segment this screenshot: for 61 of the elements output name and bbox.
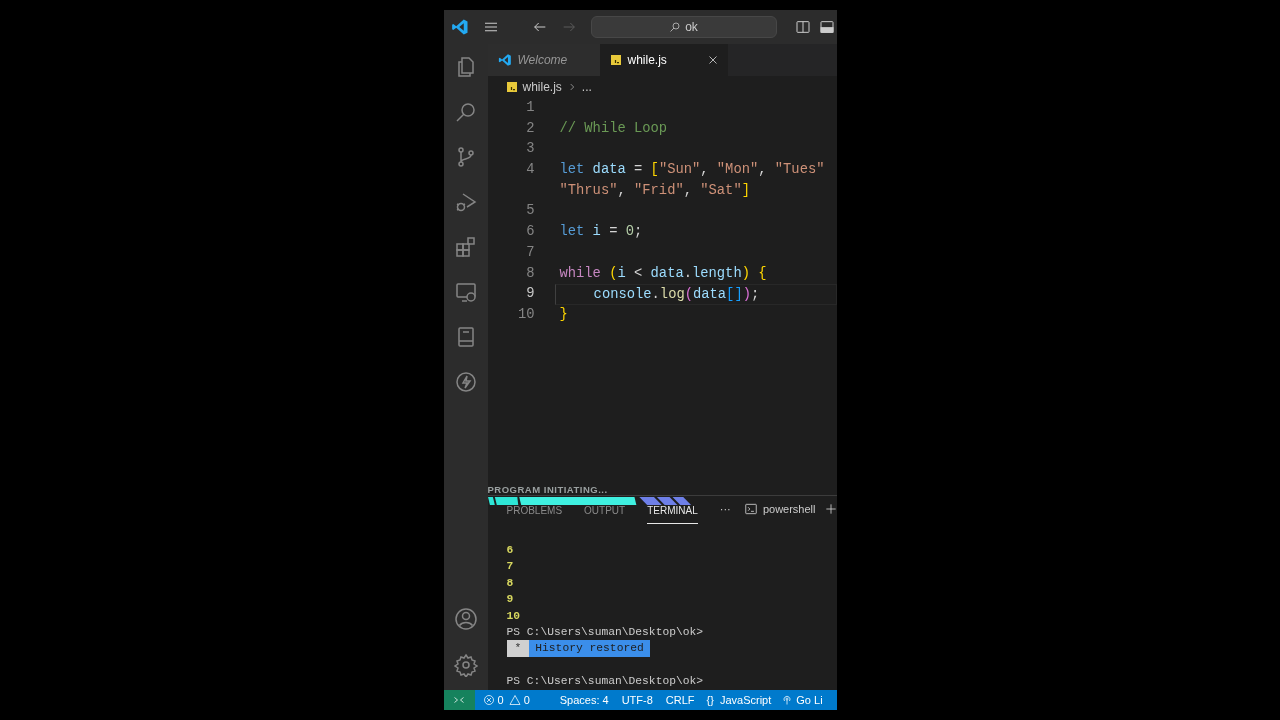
more-button[interactable]: ···	[719, 500, 731, 524]
line-number: 4	[526, 162, 535, 178]
line-number: 7	[526, 244, 535, 260]
terminal-output: 8	[506, 575, 514, 591]
breadcrumb-item[interactable]: while.js	[522, 78, 562, 96]
line-number: 9	[526, 286, 535, 302]
extensions-icon[interactable]	[453, 234, 478, 259]
terminal-output: 9	[506, 592, 514, 608]
status-item[interactable]: CRLF	[665, 691, 695, 709]
code-line: while (i < data.length) {	[559, 265, 767, 281]
broadcast-icon	[781, 694, 794, 706]
go-live-button[interactable]: Go Li	[781, 691, 823, 709]
language-mode[interactable]: {} JavaScript	[706, 691, 772, 709]
code-line: "Thrus", "Frid", "Sat"]	[559, 182, 750, 198]
javascript-file-icon	[505, 81, 518, 93]
remote-icon	[453, 694, 465, 706]
panel-tab[interactable]: OUTPUT	[584, 501, 626, 524]
terminal-prompt: PS C:\Users\suman\Desktop\ok>	[506, 674, 704, 690]
warning-icon	[508, 694, 521, 706]
banner-text: PROGRAM INITIATING...	[487, 484, 608, 495]
line-number: 2	[526, 120, 535, 136]
status-item[interactable]: Spaces: 4	[559, 691, 609, 709]
account-icon[interactable]	[453, 607, 478, 631]
terminal-output: 6	[506, 543, 514, 558]
javascript-file-icon	[609, 54, 622, 66]
editor-tab[interactable]: while.js	[599, 44, 728, 76]
plus-icon[interactable]	[823, 502, 837, 516]
line-number: 8	[526, 265, 535, 281]
remote-button[interactable]	[443, 690, 475, 710]
panel-tab[interactable]: TERMINAL	[647, 501, 698, 524]
line-number: 10	[517, 306, 535, 322]
code-line: // While Loop	[559, 120, 668, 136]
history-restored-label: History restored	[529, 640, 650, 657]
line-number: 3	[526, 141, 535, 157]
terminal-output: 7	[506, 559, 514, 575]
vscode-logo-icon	[450, 18, 469, 36]
terminal-icon	[743, 501, 758, 516]
vscode-logo-icon	[497, 53, 512, 67]
code-line: let data = ["Sun", "Mon", "Tues"	[559, 162, 825, 178]
line-number: 1	[526, 100, 535, 115]
code-line: let i = 0;	[559, 224, 643, 240]
terminal-output: 10	[506, 608, 521, 624]
settings-icon[interactable]	[453, 653, 478, 677]
problems-status[interactable]: 0 0	[482, 691, 530, 709]
terminal-prompt: PS C:\Users\suman\Desktop\ok>	[506, 624, 704, 640]
error-icon	[482, 694, 495, 706]
search-field[interactable]: ok	[590, 16, 777, 38]
editor-tab[interactable]: Welcome	[487, 44, 600, 76]
panel-tab[interactable]: PROBLEMS	[506, 501, 563, 524]
line-number: 5	[526, 203, 535, 219]
status-item[interactable]: UTF-8	[621, 691, 653, 709]
search-icon	[669, 21, 682, 33]
history-marker: *	[506, 640, 530, 657]
line-number: 6	[526, 224, 535, 240]
code-line: }	[559, 306, 568, 322]
terminal-selector[interactable]: powershell	[743, 500, 816, 524]
code-line: console.log(data[]);	[592, 287, 760, 303]
split-layout-icon[interactable]	[794, 19, 811, 35]
lightning-icon[interactable]	[453, 369, 478, 394]
panel-layout-icon[interactable]	[818, 19, 835, 35]
breadcrumb-item[interactable]: ...	[581, 78, 592, 96]
